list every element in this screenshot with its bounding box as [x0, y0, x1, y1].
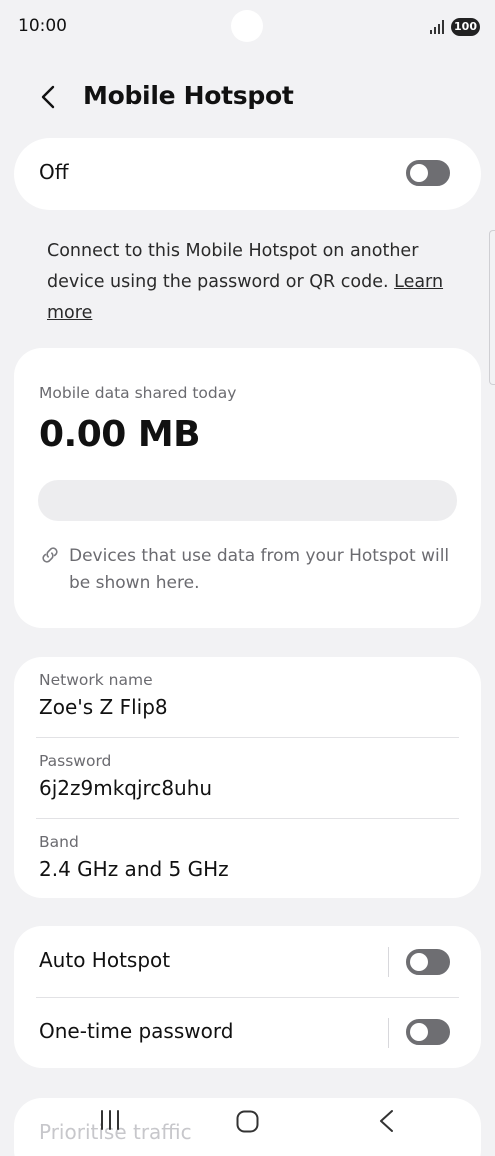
- band-field[interactable]: Band 2.4 GHz and 5 GHz: [39, 833, 459, 881]
- description-text: Connect to this Mobile Hotspot on anothe…: [47, 241, 419, 292]
- navigation-bar: [0, 1100, 495, 1156]
- app-header: Mobile Hotspot: [0, 70, 495, 126]
- camera-cutout: [231, 10, 263, 42]
- toggle-knob: [410, 1023, 428, 1041]
- password-value: 6j2z9mkqjrc8uhu: [39, 776, 213, 800]
- one-time-password-toggle[interactable]: [406, 1019, 450, 1045]
- toggle-knob: [410, 164, 428, 182]
- signal-icon: [430, 20, 446, 34]
- switch-separator: [388, 947, 389, 977]
- auto-hotspot-row[interactable]: Auto Hotspot: [14, 926, 481, 997]
- battery-icon: 100: [451, 18, 480, 36]
- password-label: Password: [39, 752, 112, 770]
- screen: 10:00 100 Mobile Hotspot Off Connect to …: [0, 0, 495, 1156]
- network-name-value: Zoe's Z Flip8: [39, 695, 168, 719]
- hotspot-options-card: Auto Hotspot One-time password: [14, 926, 481, 1068]
- usage-value: 0.00 MB: [39, 414, 201, 455]
- scroll-indicator[interactable]: [489, 230, 495, 385]
- divider: [36, 737, 459, 738]
- hotspot-master-switch[interactable]: Off: [14, 138, 481, 210]
- hotspot-toggle[interactable]: [406, 160, 450, 186]
- toggle-knob: [410, 953, 428, 971]
- one-time-password-label: One-time password: [39, 1019, 234, 1043]
- hotspot-description: Connect to this Mobile Hotspot on anothe…: [47, 236, 457, 329]
- home-icon[interactable]: [236, 1110, 259, 1133]
- network-name-label: Network name: [39, 671, 153, 689]
- status-bar: 10:00 100: [0, 0, 495, 56]
- password-field[interactable]: Password 6j2z9mkqjrc8uhu: [39, 752, 459, 800]
- page-title: Mobile Hotspot: [83, 81, 294, 110]
- link-icon: [42, 547, 58, 563]
- devices-note: Devices that use data from your Hotspot …: [69, 546, 450, 593]
- recent-apps-icon[interactable]: [98, 1109, 122, 1131]
- usage-bar: [38, 480, 457, 521]
- master-switch-label: Off: [39, 160, 69, 184]
- band-label: Band: [39, 833, 79, 851]
- divider: [36, 818, 459, 819]
- back-arrow-icon[interactable]: [34, 82, 64, 112]
- status-time: 10:00: [18, 16, 67, 36]
- one-time-password-row[interactable]: One-time password: [14, 997, 481, 1068]
- band-value: 2.4 GHz and 5 GHz: [39, 857, 229, 881]
- network-name-field[interactable]: Network name Zoe's Z Flip8: [39, 671, 459, 719]
- auto-hotspot-toggle[interactable]: [406, 949, 450, 975]
- network-info-card: Network name Zoe's Z Flip8 Password 6j2z…: [14, 657, 481, 898]
- usage-label: Mobile data shared today: [39, 384, 237, 402]
- auto-hotspot-label: Auto Hotspot: [39, 948, 171, 972]
- back-icon[interactable]: [377, 1109, 397, 1133]
- data-usage-card: Mobile data shared today 0.00 MB Devices…: [14, 348, 481, 628]
- switch-separator: [388, 1018, 389, 1048]
